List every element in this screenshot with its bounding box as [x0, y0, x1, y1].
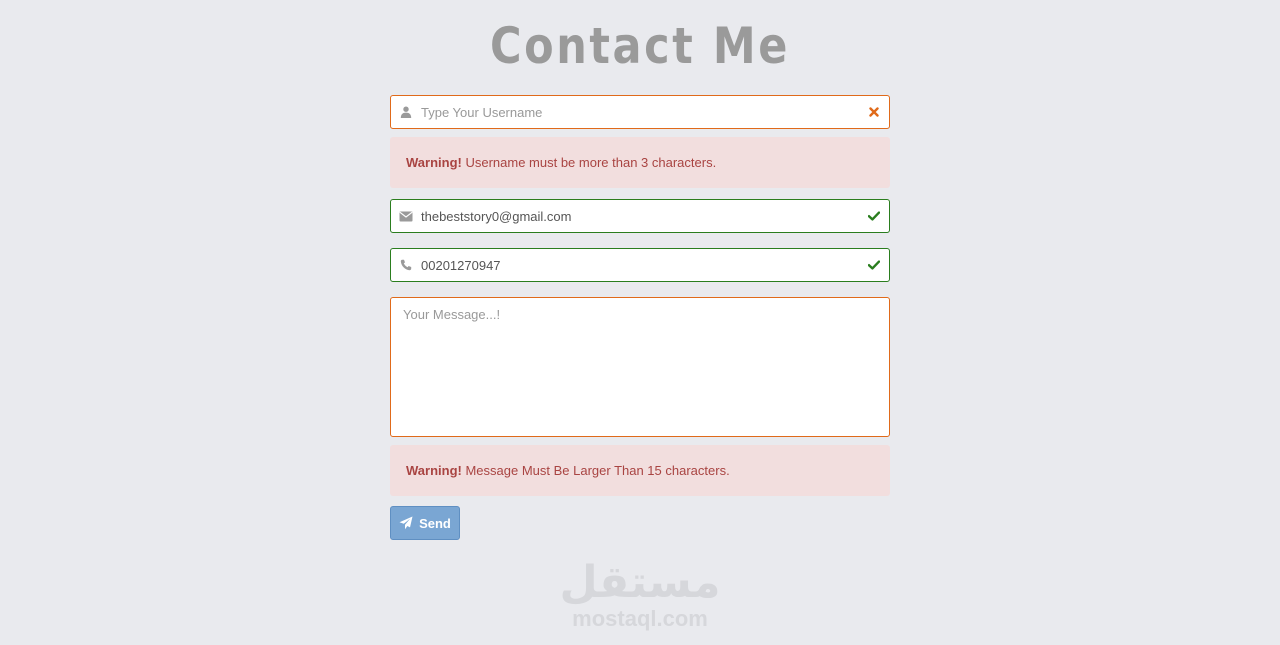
warning-text: Username must be more than 3 characters. — [461, 155, 717, 170]
username-field — [390, 95, 890, 129]
envelope-icon — [399, 209, 413, 223]
send-button[interactable]: Send — [390, 506, 460, 540]
message-warning: Warning! Message Must Be Larger Than 15 … — [390, 445, 890, 496]
username-input[interactable] — [421, 96, 851, 128]
message-textarea[interactable] — [391, 298, 889, 436]
invalid-x-icon — [867, 105, 881, 119]
watermark-arabic: مستقل — [559, 557, 721, 608]
warning-text: Message Must Be Larger Than 15 character… — [461, 463, 730, 478]
phone-input[interactable] — [421, 249, 851, 281]
send-label: Send — [419, 515, 451, 531]
warning-label: Warning! — [406, 155, 462, 170]
email-field — [390, 199, 890, 233]
valid-check-icon — [867, 209, 881, 223]
phone-field — [390, 248, 890, 282]
contact-page: Contact Me Warning! Username must be mor… — [0, 0, 1280, 645]
watermark-latin: mostaql.com — [572, 606, 708, 631]
warning-label: Warning! — [406, 463, 462, 478]
user-icon — [399, 105, 413, 119]
message-field — [390, 297, 890, 437]
page-title: Contact Me — [489, 17, 791, 75]
contact-form: Warning! Username must be more than 3 ch… — [390, 95, 890, 540]
paper-plane-icon — [399, 516, 413, 530]
email-input[interactable] — [421, 200, 851, 232]
username-warning: Warning! Username must be more than 3 ch… — [390, 137, 890, 188]
phone-icon — [399, 258, 413, 272]
valid-check-icon — [867, 258, 881, 272]
mostaql-watermark: مستقل mostaql.com — [540, 558, 740, 634]
